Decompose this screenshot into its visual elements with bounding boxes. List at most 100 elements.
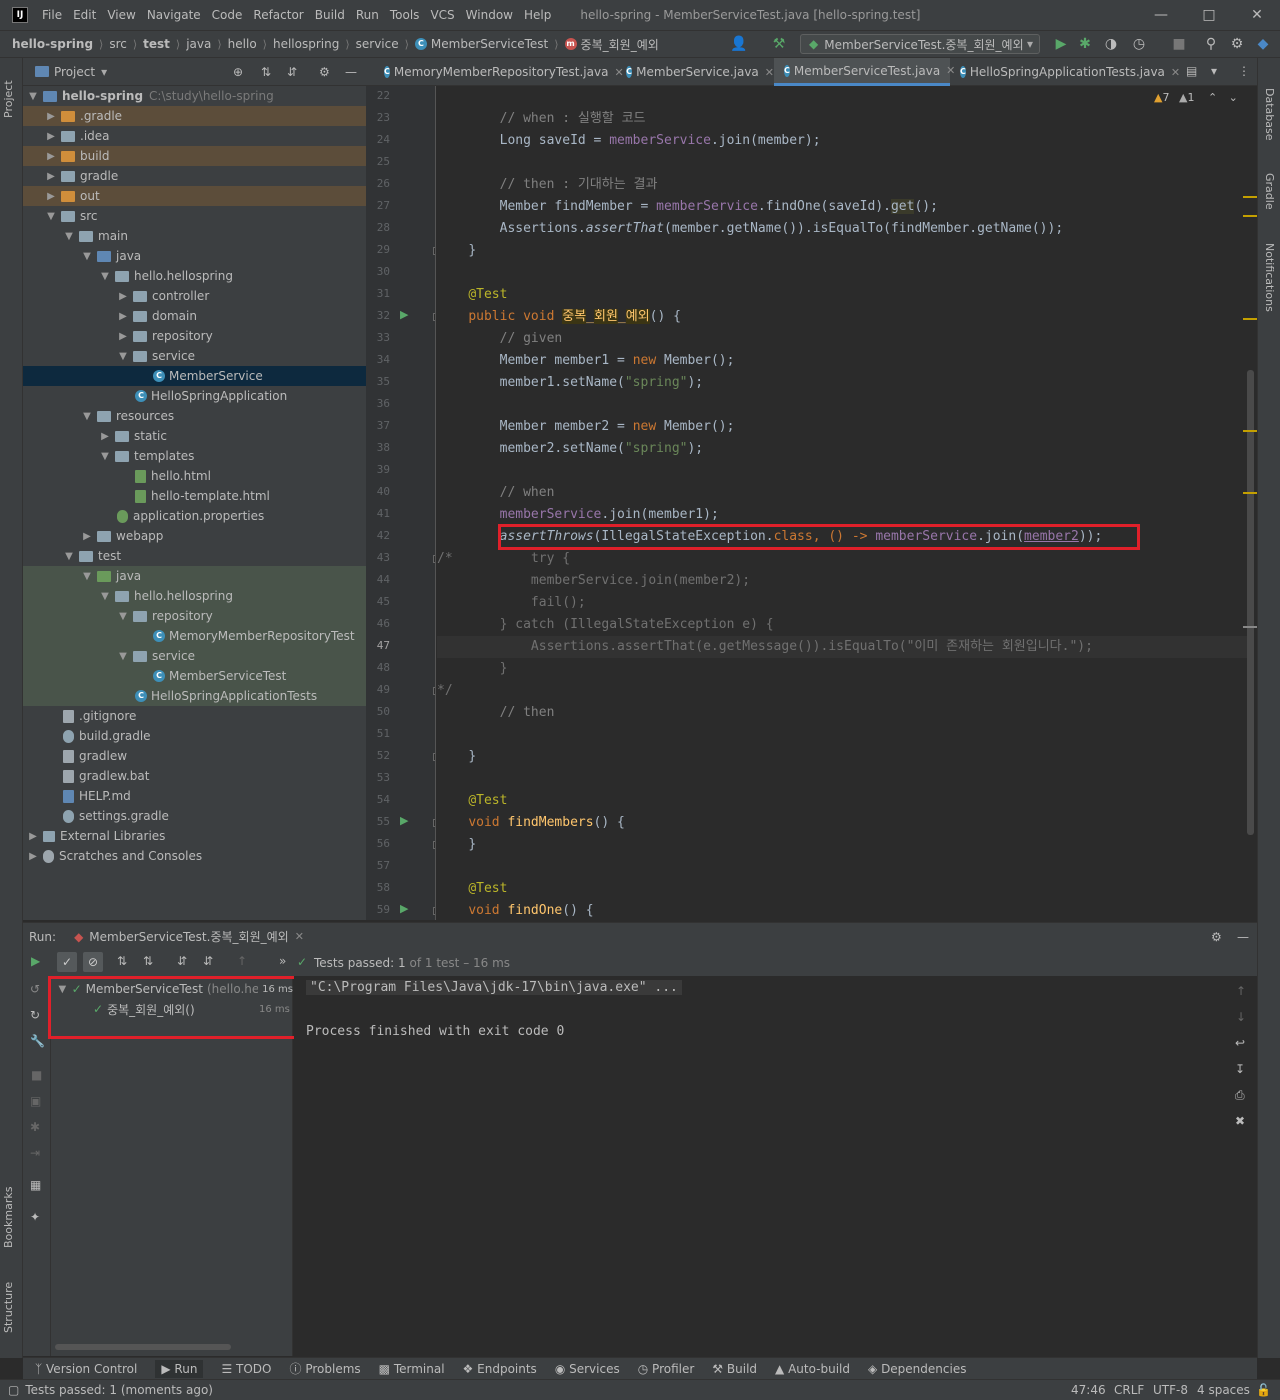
database-side-tab[interactable]: Database: [1263, 88, 1276, 141]
tree-item-gradle[interactable]: ▶ gradle: [23, 166, 366, 186]
toolwindow-dependencies[interactable]: ◈ Dependencies: [868, 1362, 966, 1376]
gradle-side-tab[interactable]: Gradle: [1263, 173, 1276, 210]
chevron-right-icon[interactable]: ▶: [45, 111, 57, 122]
line-separator[interactable]: CRLF: [1114, 1383, 1144, 1397]
previous-failed-icon[interactable]: ↑: [237, 954, 247, 968]
fold-icon[interactable]: [433, 907, 435, 915]
tree-item-controller[interactable]: ▶ controller: [23, 286, 366, 306]
status-message[interactable]: Tests passed: 1 (moments ago): [25, 1383, 213, 1397]
chevron-right-icon[interactable]: ▶: [45, 151, 57, 162]
tab-member-service-test[interactable]: C MemberServiceTest.java ✕: [774, 58, 955, 86]
user-icon[interactable]: 👤: [730, 36, 748, 52]
error-stripe-mark[interactable]: [1243, 215, 1257, 217]
tree-item-settings-gradle[interactable]: settings.gradle: [23, 806, 366, 826]
tree-item-build[interactable]: ▶ build: [23, 146, 366, 166]
sort-alpha-icon[interactable]: ⇅: [117, 954, 127, 968]
tree-item-memberservice[interactable]: C MemberService: [23, 366, 366, 386]
bug-icon[interactable]: ✱: [30, 1120, 40, 1134]
close-icon[interactable]: ✕: [295, 930, 304, 943]
fold-icon[interactable]: [433, 313, 435, 321]
tree-item-domain[interactable]: ▶ domain: [23, 306, 366, 326]
expand-all-icon[interactable]: ⇵: [177, 954, 187, 968]
toolwindow-todo[interactable]: ☰ TODO: [221, 1362, 271, 1376]
tree-item-help-md[interactable]: HELP.md: [23, 786, 366, 806]
profile-icon[interactable]: ◷: [1130, 36, 1148, 52]
notifications-side-tab[interactable]: Notifications: [1263, 243, 1276, 312]
arrow-down-icon[interactable]: ↓: [1236, 1010, 1246, 1024]
tab-member-service[interactable]: C MemberService.java ✕: [616, 58, 774, 86]
tree-item-gradlew-bat[interactable]: gradlew.bat: [23, 766, 366, 786]
error-stripe-mark[interactable]: [1243, 492, 1257, 494]
tree-item-test-package[interactable]: ▼ hello.hellospring: [23, 586, 366, 606]
error-stripe-mark[interactable]: [1243, 626, 1257, 628]
gear-icon[interactable]: ⚙: [1228, 36, 1246, 52]
search-icon[interactable]: ⚲: [1202, 36, 1220, 52]
breadcrumb-service[interactable]: service: [356, 37, 399, 51]
soft-wrap-icon[interactable]: ↩: [1235, 1036, 1245, 1050]
tree-item-templates[interactable]: ▼ templates: [23, 446, 366, 466]
breadcrumb-test[interactable]: test: [143, 37, 170, 51]
toolwindow-terminal[interactable]: ▩ Terminal: [379, 1362, 445, 1376]
gear-icon[interactable]: ⚙: [319, 65, 330, 79]
bookmarks-side-tab[interactable]: Bookmarks: [2, 1187, 15, 1248]
run-tab[interactable]: MemberServiceTest.중복_회원_예외: [89, 928, 288, 945]
breadcrumb-hellospring[interactable]: hellospring: [273, 37, 339, 51]
menu-run[interactable]: Run: [356, 8, 379, 22]
chevron-right-icon[interactable]: ▶: [45, 191, 57, 202]
tree-item-hello-html[interactable]: hello.html: [23, 466, 366, 486]
menu-file[interactable]: File: [42, 8, 62, 22]
structure-side-tab[interactable]: Structure: [2, 1282, 15, 1333]
chevron-up-icon[interactable]: ⌃: [1208, 91, 1217, 104]
print-icon[interactable]: ⎙: [1235, 1088, 1245, 1103]
tree-item-main-java[interactable]: ▼ java: [23, 246, 366, 266]
fold-icon[interactable]: [433, 555, 435, 563]
tree-item-scratches[interactable]: ▶ Scratches and Consoles: [23, 846, 366, 866]
layout-icon[interactable]: ▦: [30, 1178, 41, 1192]
hide-icon[interactable]: —: [1237, 930, 1249, 944]
tree-item-out[interactable]: ▶ out: [23, 186, 366, 206]
chevron-down-icon[interactable]: ▼: [27, 91, 39, 102]
caret-position[interactable]: 47:46: [1071, 1383, 1106, 1397]
toolwindow-auto-build[interactable]: ▲ Auto-build: [775, 1362, 850, 1376]
toolwindow-run[interactable]: ▶ Run: [155, 1359, 204, 1378]
breadcrumb-class[interactable]: MemberServiceTest: [431, 37, 548, 51]
toolwindow-problems[interactable]: ⓘ Problems: [290, 1360, 361, 1377]
tree-item-main[interactable]: ▼ main: [23, 226, 366, 246]
sort-duration-icon[interactable]: ⇅: [143, 954, 153, 968]
fold-icon[interactable]: [433, 841, 435, 849]
editor-scrollbar[interactable]: [1247, 370, 1254, 835]
chevron-down-icon[interactable]: ▾: [101, 65, 107, 79]
tree-item-gradle-dir[interactable]: ▶ .gradle: [23, 106, 366, 126]
chevron-down-icon[interactable]: ▼: [117, 611, 129, 622]
toggle-auto-test-icon[interactable]: ↻: [30, 1008, 40, 1022]
more-icon[interactable]: ⋮: [1238, 64, 1250, 78]
menu-tools[interactable]: Tools: [390, 8, 420, 22]
toolwindow-endpoints[interactable]: ❖ Endpoints: [463, 1362, 537, 1376]
horizontal-scrollbar[interactable]: [55, 1344, 231, 1350]
menu-build[interactable]: Build: [315, 8, 345, 22]
run-test-icon[interactable]: ▶: [400, 308, 408, 321]
tree-item-src[interactable]: ▼ src: [23, 206, 366, 226]
chevron-right-icon[interactable]: ▶: [81, 531, 93, 542]
error-stripe-mark[interactable]: [1243, 318, 1257, 320]
chevron-down-icon[interactable]: ▼: [99, 271, 111, 282]
toolwindow-build[interactable]: ⚒ Build: [712, 1362, 757, 1376]
tree-item-memory-repo-test[interactable]: C MemoryMemberRepositoryTest: [23, 626, 366, 646]
menu-code[interactable]: Code: [212, 8, 243, 22]
gear-icon[interactable]: ⚙: [1211, 930, 1222, 944]
project-panel-title[interactable]: Project: [54, 65, 95, 79]
tree-item-webapp[interactable]: ▶ webapp: [23, 526, 366, 546]
menu-view[interactable]: View: [107, 8, 135, 22]
exit-icon[interactable]: ⇥: [30, 1146, 40, 1160]
tree-item-build-gradle[interactable]: build.gradle: [23, 726, 366, 746]
run-configuration-select[interactable]: ◆ MemberServiceTest.중복_회원_예외 ▾: [800, 34, 1040, 54]
fold-icon[interactable]: [433, 753, 435, 761]
lock-icon[interactable]: 🔓: [1256, 1383, 1271, 1397]
collapse-all-icon[interactable]: ⇵: [203, 954, 213, 968]
toolbox-icon[interactable]: ◆: [1254, 36, 1272, 52]
fold-icon[interactable]: [433, 247, 435, 255]
show-ignored-icon[interactable]: ⊘: [83, 952, 103, 972]
tree-item-application[interactable]: C HelloSpringApplication: [23, 386, 366, 406]
chevron-right-icon[interactable]: ▶: [99, 431, 111, 442]
chevron-down-icon[interactable]: ▼: [45, 211, 57, 222]
